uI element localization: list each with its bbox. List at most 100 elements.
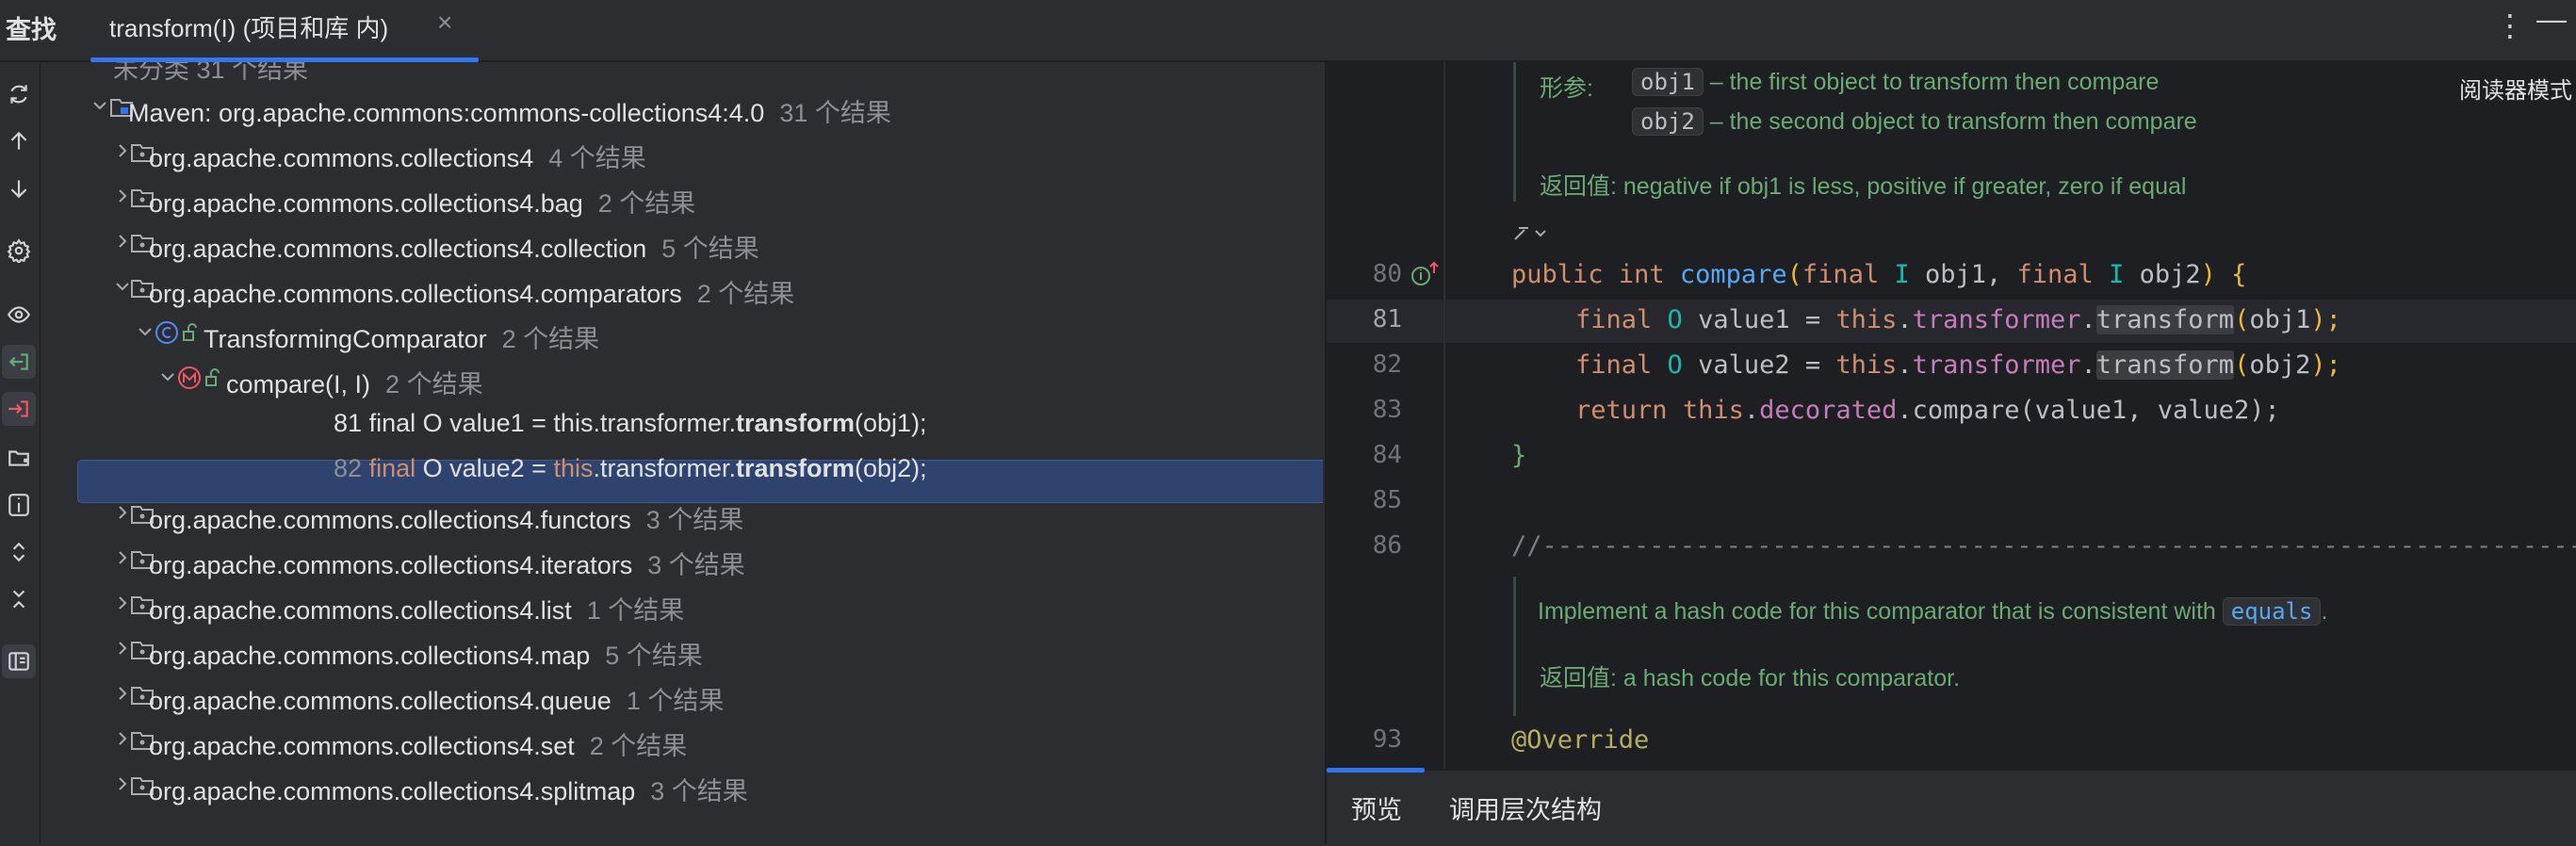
package-label: org.apache.commons.collections4.map [149, 642, 591, 670]
code-usage-highlight: transform [2095, 350, 2235, 380]
usage-code-tail: (obj1); [855, 409, 927, 437]
collapse-all-icon[interactable] [2, 582, 36, 616]
tree-node-package[interactable]: org.apache.commons.collections4.map 5 个结果 [41, 627, 1323, 671]
usage-code: O value2 = [416, 454, 554, 482]
usage-row[interactable]: 82 final O value2 = this.transformer.tra… [41, 447, 1323, 490]
doc-text: Implement a hash code for this comparato… [1538, 598, 2216, 625]
doc-return-label: 返回值: [1540, 665, 1617, 691]
public-lock-icon [205, 368, 220, 386]
code-token: value1 = [1682, 305, 1836, 334]
tree-node-package[interactable]: org.apache.commons.collections4.functors… [41, 492, 1323, 535]
tree-node-method[interactable]: compare(I, I) 2 个结果 [41, 356, 1323, 399]
tree-node-package[interactable]: org.apache.commons.collections4.list 1 个结… [41, 582, 1323, 626]
gutter-separator [1443, 62, 1445, 769]
tab-call-hierarchy[interactable]: 调用层次结构 [1449, 789, 1602, 826]
param-chip: obj1 [1632, 68, 1704, 96]
class-count: 2 个结果 [501, 325, 600, 353]
code-token: . [1897, 350, 1913, 380]
tree-node-package[interactable]: org.apache.commons.collections4.set 2 个结果 [41, 718, 1323, 761]
usage-line-number: 82 [334, 454, 363, 482]
usage-keyword: this [553, 454, 594, 482]
code-token: value2 = [1682, 350, 1836, 380]
left-toolbar [0, 62, 41, 844]
active-tab-indicator [1327, 768, 1425, 773]
code-token: decorated [1759, 396, 1898, 425]
code-token: obj2 [2124, 260, 2201, 289]
find-tool-header: 查找 transform(I) (项目和库 内) × ⋮ — [0, 0, 2576, 62]
package-count: 5 个结果 [661, 235, 759, 263]
preview-eye-icon[interactable] [2, 298, 36, 332]
code-token: O [1667, 305, 1683, 334]
chevron-down-icon[interactable] [158, 367, 177, 386]
reader-toggle-icon[interactable] [1511, 222, 1549, 245]
code-token: obj2 [2249, 350, 2311, 380]
usage-code: .transformer. [593, 454, 737, 482]
line-number: 82 [1372, 350, 1402, 379]
show-write-access-icon[interactable] [2, 392, 36, 426]
package-count: 3 个结果 [645, 506, 744, 534]
maven-count: 31 个结果 [779, 99, 891, 127]
implements-method-icon[interactable] [1410, 260, 1440, 288]
previous-occurrence-icon[interactable] [2, 124, 36, 158]
info-icon[interactable] [2, 488, 36, 522]
tree-node-class[interactable]: TransformingComparator 2 个结果 [41, 311, 1323, 354]
close-tab-icon[interactable]: × [437, 8, 452, 38]
code-line-82: final O value2 = this.transformer.transf… [1575, 350, 2341, 380]
code-token: I [1894, 260, 1910, 289]
toggle-preview-panel-icon[interactable] [2, 644, 36, 678]
code-usage-highlight: transform [2095, 305, 2235, 334]
settings-gear-icon[interactable] [2, 234, 36, 268]
tree-node-unclassified[interactable]: 未分类 31 个结果 [41, 62, 1323, 85]
code-line-93: @Override [1511, 725, 1650, 755]
package-label: org.apache.commons.collections4.collecti… [149, 235, 647, 263]
minimize-icon[interactable]: — [2536, 2, 2567, 37]
chevron-down-icon[interactable] [90, 96, 109, 115]
package-count: 5 个结果 [605, 642, 703, 670]
code-token: final [1575, 350, 1653, 380]
package-label: org.apache.commons.collections4.comparat… [149, 280, 682, 308]
expand-all-icon[interactable] [2, 535, 36, 569]
package-label: org.apache.commons.collections4.bag [149, 189, 583, 218]
next-occurrence-icon[interactable] [2, 171, 36, 205]
code-token: int [1618, 260, 1665, 289]
tab-preview[interactable]: 预览 [1351, 789, 1402, 826]
code-token: obj1 [2249, 305, 2311, 334]
reader-mode-button[interactable]: 阅读器模式 [2459, 72, 2572, 105]
tab-label: transform(I) (项目和库 内) [109, 14, 389, 42]
method-icon [178, 366, 201, 389]
tree-node-package[interactable]: org.apache.commons.collections4.collecti… [41, 220, 1323, 264]
equals-link[interactable]: equals [2222, 597, 2322, 626]
package-count: 4 个结果 [548, 144, 646, 172]
usage-row-selected[interactable]: 81 final O value1 = this.transformer.tra… [41, 401, 1323, 445]
line-number: 93 [1372, 725, 1402, 754]
tree-node-label: 未分类 31 个结果 [113, 62, 309, 84]
show-read-access-icon[interactable] [2, 345, 36, 379]
tree-node-package[interactable]: org.apache.commons.collections4.splitmap… [41, 763, 1323, 806]
package-label: org.apache.commons.collections4 [149, 144, 534, 172]
package-label: org.apache.commons.collections4.splitmap [149, 777, 636, 805]
class-icon [155, 321, 178, 344]
chevron-down-icon[interactable] [136, 322, 155, 341]
tree-node-package[interactable]: org.apache.commons.collections4.queue 1 个… [41, 673, 1323, 716]
code-preview-panel[interactable]: 形参: obj1 – the first object to transform… [1327, 62, 2576, 769]
group-by-directory-icon[interactable] [2, 441, 36, 475]
code-token: ); [2310, 305, 2341, 334]
tab-transform-usages[interactable]: transform(I) (项目和库 内) × [90, 0, 479, 62]
usage-keyword: final [368, 454, 416, 482]
tree-node-maven-library[interactable]: Maven: org.apache.commons:commons-collec… [41, 85, 1323, 128]
code-token: ( [1786, 260, 1802, 289]
code-token: . [1743, 396, 1760, 425]
tree-node-package-comparators[interactable]: org.apache.commons.collections4.comparat… [41, 266, 1323, 309]
tree-node-package[interactable]: org.apache.commons.collections4.iterator… [41, 537, 1323, 580]
line-number: 86 [1372, 531, 1402, 560]
rerun-icon[interactable] [2, 77, 36, 111]
tree-node-package[interactable]: org.apache.commons.collections4.bag 2 个结果 [41, 175, 1323, 219]
param-description: – the second object to transform then co… [1709, 108, 2197, 135]
method-label: compare(I, I) [226, 370, 371, 399]
code-token: ( [2234, 305, 2250, 334]
tree-node-package[interactable]: org.apache.commons.collections4 4 个结果 [41, 130, 1323, 173]
more-options-icon[interactable]: ⋮ [2495, 8, 2525, 43]
usage-match: transform [736, 454, 856, 482]
doc-return-text: a hash code for this comparator. [1622, 665, 1961, 691]
doc-params-label: 形参: [1540, 75, 1593, 102]
